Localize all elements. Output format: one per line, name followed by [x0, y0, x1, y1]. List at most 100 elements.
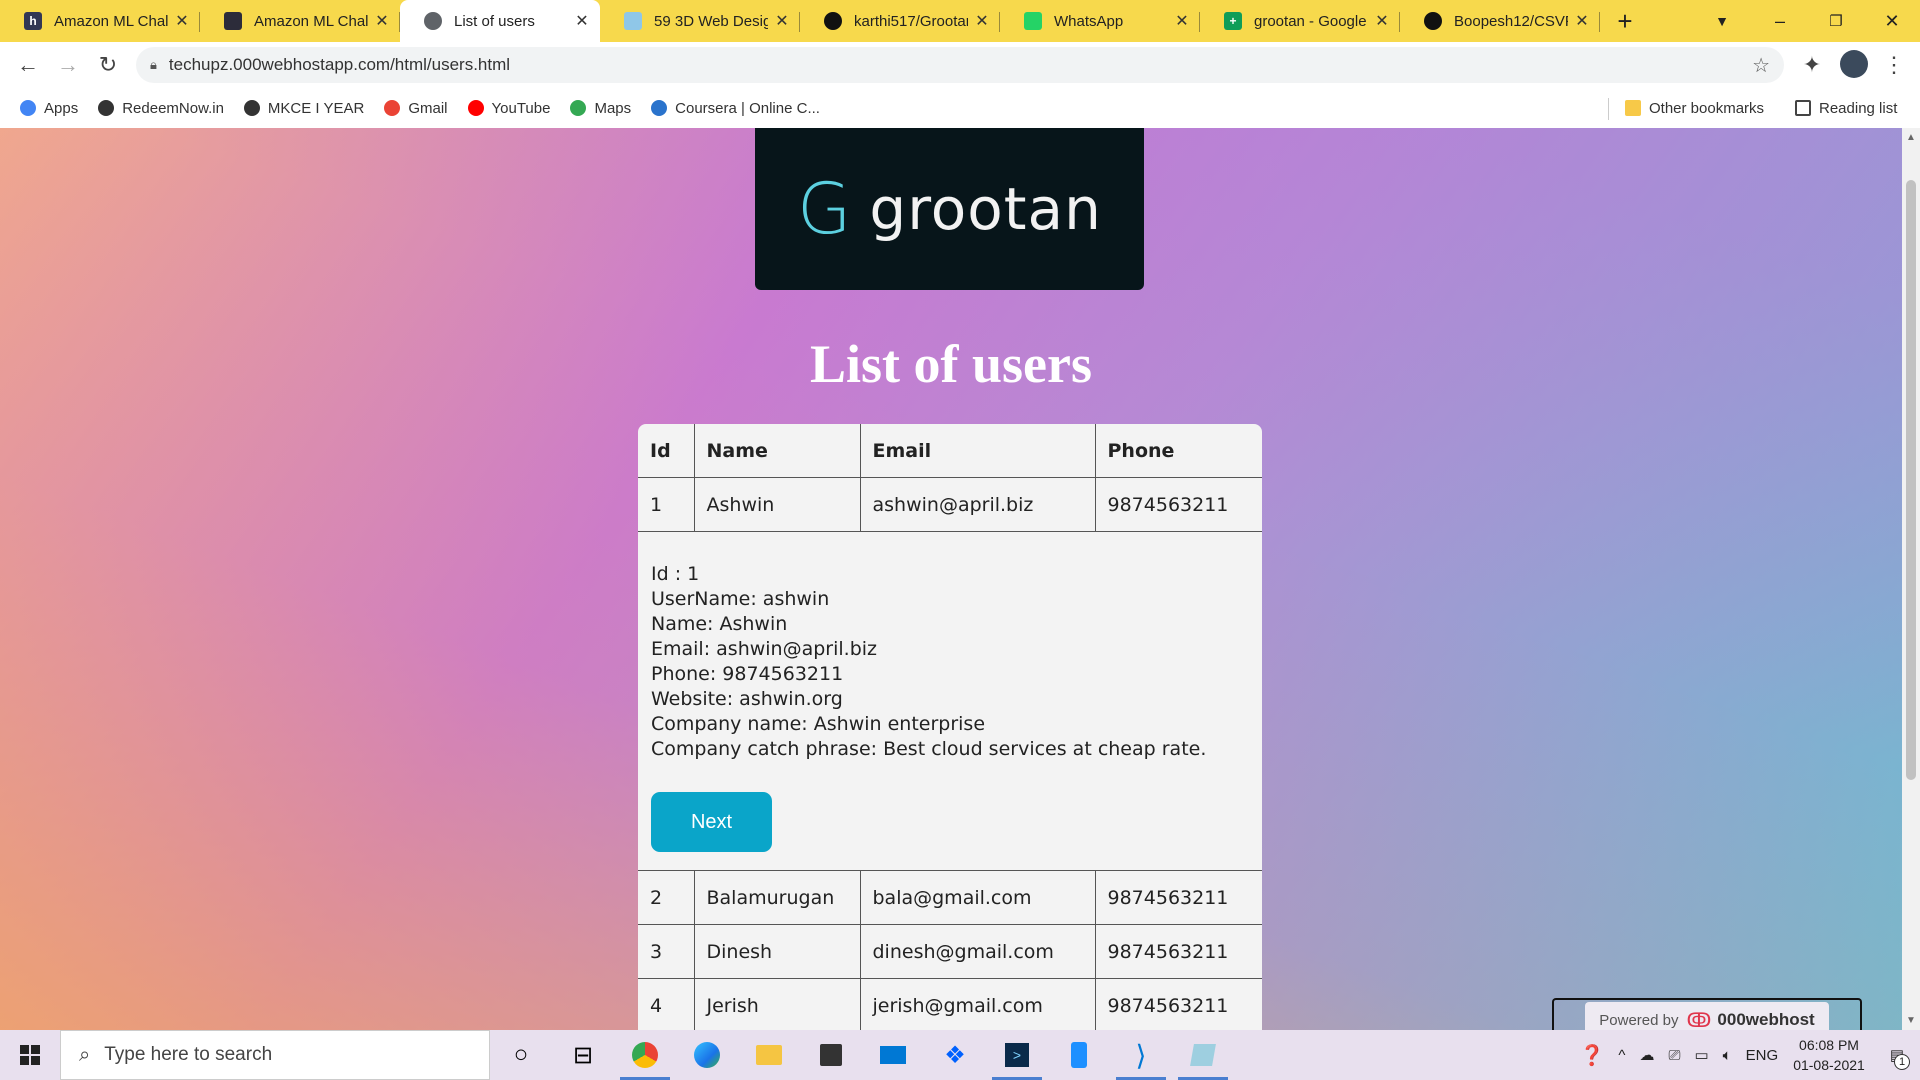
- close-tab-icon[interactable]: ✕: [374, 11, 390, 31]
- reading-list[interactable]: Reading list: [1795, 100, 1897, 117]
- image-icon: [624, 12, 642, 30]
- table-row[interactable]: 3 Dinesh dinesh@gmail.com 9874563211: [638, 924, 1262, 979]
- bookmark-4[interactable]: YouTube: [467, 99, 551, 117]
- taskbar-search[interactable]: ⌕ Type here to search: [60, 1030, 490, 1080]
- reload-icon[interactable]: ↻: [88, 45, 128, 85]
- dropbox-icon[interactable]: ❖: [924, 1030, 986, 1080]
- back-icon[interactable]: ←: [8, 45, 48, 85]
- close-window-icon[interactable]: ✕: [1864, 0, 1920, 42]
- table-row[interactable]: 1 Ashwin ashwin@april.biz 9874563211: [638, 477, 1262, 532]
- lock-icon[interactable]: 🔒︎: [150, 57, 157, 73]
- tab-title: WhatsApp: [1054, 12, 1124, 30]
- close-tab-icon[interactable]: ✕: [1574, 11, 1590, 31]
- search-icon: ⌕: [79, 1043, 91, 1066]
- close-tab-icon[interactable]: ✕: [574, 11, 590, 31]
- clock-time: 06:08 PM: [1799, 1037, 1859, 1053]
- windows-logo-icon: [20, 1045, 40, 1065]
- bookmark-5[interactable]: Maps: [570, 100, 631, 117]
- close-tab-icon[interactable]: ✕: [974, 11, 990, 31]
- edge-icon[interactable]: [676, 1030, 738, 1080]
- chrome-icon[interactable]: [614, 1030, 676, 1080]
- mail-icon[interactable]: [862, 1030, 924, 1080]
- battery-icon[interactable]: ▭: [1694, 1046, 1708, 1064]
- language-indicator[interactable]: ENG: [1746, 1047, 1779, 1064]
- tab-3[interactable]: 59 3D Web Design ✕: [600, 0, 800, 42]
- bookmark-3[interactable]: Gmail: [384, 100, 448, 117]
- notepad-icon[interactable]: [1172, 1030, 1234, 1080]
- grootan-logo: G grootan: [755, 128, 1144, 290]
- page-scrollbar[interactable]: ▲ ▼: [1902, 128, 1920, 1030]
- tab-search-icon[interactable]: ▼: [1694, 0, 1750, 42]
- column-header-name: Name: [693, 424, 861, 478]
- phone-link-icon[interactable]: [1048, 1030, 1110, 1080]
- tab-0[interactable]: h Amazon ML Challe ✕: [0, 0, 200, 42]
- cell-phone: 9874563211: [1094, 978, 1262, 1030]
- user-details-panel: Id : 1 UserName: ashwin Name: Ashwin Ema…: [638, 531, 1262, 871]
- chevron-up-icon[interactable]: ^: [1618, 1047, 1625, 1064]
- page-icon: [224, 12, 242, 30]
- bookmark-label: YouTube: [491, 99, 551, 117]
- tab-title: List of users: [454, 12, 535, 30]
- tab-list: h Amazon ML Challe ✕ Amazon ML Challe ✕ List …: [0, 0, 1600, 42]
- volume-icon[interactable]: 🔈︎: [1723, 1047, 1732, 1064]
- cell-email: dinesh@gmail.com: [859, 924, 1096, 979]
- bookmark-0[interactable]: Apps: [20, 100, 78, 117]
- address-bar[interactable]: 🔒︎ techupz.000webhostapp.com/html/users.…: [136, 47, 1784, 83]
- github-icon: [824, 12, 842, 30]
- notification-count: 1: [1894, 1054, 1910, 1070]
- page-title: List of users: [810, 334, 1092, 394]
- close-tab-icon[interactable]: ✕: [1174, 11, 1190, 31]
- cell-email: jerish@gmail.com: [859, 978, 1096, 1030]
- tab-7[interactable]: Boopesh12/CSVFil ✕: [1400, 0, 1600, 42]
- windows-start-button[interactable]: [0, 1030, 60, 1080]
- table-row[interactable]: 2 Balamurugan bala@gmail.com 9874563211: [638, 870, 1262, 925]
- column-header-email: Email: [859, 424, 1096, 478]
- hackerearth-icon: h: [24, 12, 42, 30]
- notification-icon[interactable]: ▤1: [1890, 1046, 1910, 1070]
- profile-avatar[interactable]: [1840, 50, 1868, 78]
- store-icon[interactable]: [800, 1030, 862, 1080]
- cell-phone: 9874563211: [1094, 477, 1262, 532]
- cell-name: Jerish: [693, 978, 861, 1030]
- other-bookmarks[interactable]: Other bookmarks: [1625, 100, 1764, 117]
- scrollbar-thumb[interactable]: [1906, 180, 1916, 780]
- taskbar-search-placeholder: Type here to search: [104, 1044, 273, 1065]
- tab-4[interactable]: karthi517/Grootan ✕: [800, 0, 1000, 42]
- bookmark-6[interactable]: Coursera | Online C...: [651, 100, 820, 117]
- table-header-row: Id Name Email Phone: [638, 424, 1262, 478]
- bookmark-list: Apps RedeemNow.in MKCE I YEAR Gmail YouTube M…: [0, 100, 820, 117]
- tab-1[interactable]: Amazon ML Challe ✕: [200, 0, 400, 42]
- details-row: Id : 1 UserName: ashwin Name: Ashwin Ema…: [638, 531, 1262, 871]
- new-tab-button[interactable]: +: [1600, 0, 1650, 42]
- cortana-icon[interactable]: ○: [490, 1030, 552, 1080]
- task-view-icon[interactable]: ⊟: [552, 1030, 614, 1080]
- table-row[interactable]: 4 Jerish jerish@gmail.com 9874563211: [638, 978, 1262, 1030]
- minimize-icon[interactable]: –: [1752, 0, 1808, 42]
- close-tab-icon[interactable]: ✕: [774, 11, 790, 31]
- meet-now-icon[interactable]: ⎚: [1668, 1047, 1680, 1064]
- vscode-icon[interactable]: ⟩: [1110, 1030, 1172, 1080]
- forward-icon[interactable]: →: [48, 45, 88, 85]
- extensions-icon[interactable]: ✦: [1792, 45, 1832, 85]
- close-tab-icon[interactable]: ✕: [174, 11, 190, 31]
- tab-6[interactable]: + grootan - Google S ✕: [1200, 0, 1400, 42]
- clock[interactable]: 06:08 PM 01-08-2021: [1793, 1035, 1865, 1075]
- tab-5[interactable]: WhatsApp ✕: [1000, 0, 1200, 42]
- scroll-down-icon[interactable]: ▼: [1906, 1015, 1916, 1026]
- powershell-icon[interactable]: >: [986, 1030, 1048, 1080]
- bookmark-label: Maps: [594, 99, 632, 117]
- next-button[interactable]: Next: [651, 792, 772, 852]
- menu-icon[interactable]: ⋮: [1874, 45, 1914, 85]
- detail-username: UserName: ashwin: [651, 588, 830, 610]
- bookmark-star-icon[interactable]: ☆: [1752, 53, 1770, 78]
- tab-2[interactable]: List of users ✕: [400, 0, 600, 42]
- help-icon[interactable]: ❓: [1580, 1043, 1605, 1068]
- restore-icon[interactable]: ❐: [1808, 0, 1864, 42]
- bookmark-1[interactable]: RedeemNow.in: [98, 100, 224, 117]
- scroll-up-icon[interactable]: ▲: [1906, 132, 1916, 143]
- bookmark-2[interactable]: MKCE I YEAR: [243, 100, 364, 117]
- powered-by-badge[interactable]: Powered by ↂ 000webhost: [1552, 998, 1862, 1030]
- file-explorer-icon[interactable]: [738, 1030, 800, 1080]
- onedrive-icon[interactable]: ☁: [1639, 1046, 1654, 1064]
- close-tab-icon[interactable]: ✕: [1374, 11, 1390, 31]
